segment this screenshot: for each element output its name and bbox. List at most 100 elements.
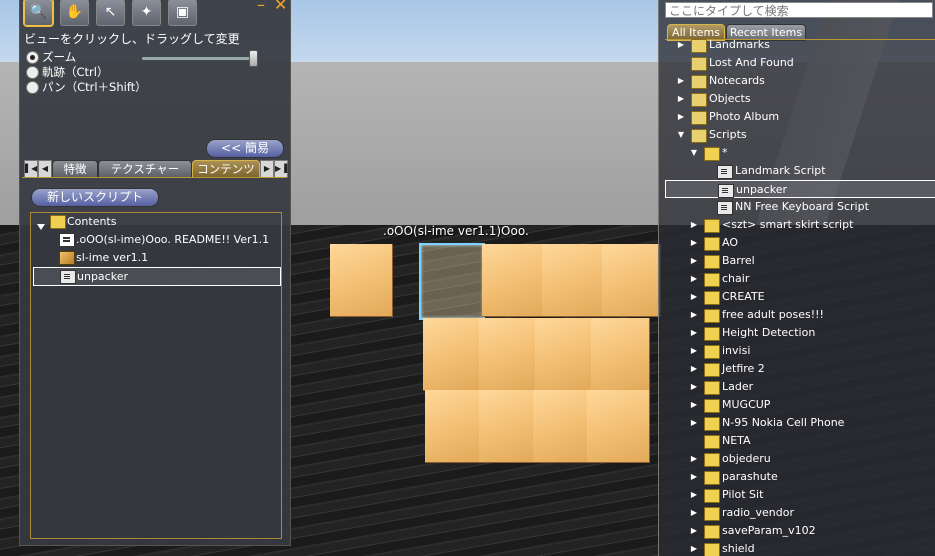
inventory-item[interactable]: ▼ Scripts (665, 126, 935, 144)
contents-item[interactable]: unpacker (33, 267, 281, 286)
collapsed-arrow-icon[interactable]: ▶ (689, 504, 699, 522)
box-prim[interactable] (423, 318, 480, 391)
inventory-item-label: Barrel (722, 254, 755, 267)
tab-features[interactable]: 特徴 (52, 160, 98, 178)
collapsed-arrow-icon[interactable]: ▶ (689, 324, 699, 342)
contents-item[interactable]: sl-ime ver1.1 (33, 249, 279, 266)
inventory-item[interactable]: NETA (665, 432, 935, 450)
tab-texture[interactable]: テクスチャー (98, 160, 192, 178)
box-prim[interactable] (479, 318, 536, 391)
inventory-item[interactable]: NN Free Keyboard Script (665, 198, 935, 216)
collapsed-arrow-icon[interactable]: ▶ (676, 90, 686, 108)
inventory-item[interactable]: ▶ Jetfire 2 (665, 360, 935, 378)
box-prim[interactable] (591, 318, 650, 391)
inventory-item[interactable]: ▶ saveParam_v102 (665, 522, 935, 540)
radio-mode-label[interactable]: ズーム (42, 49, 76, 65)
expanded-arrow-icon[interactable]: ▼ (676, 126, 686, 144)
tab-scroll-first-icon[interactable]: ▌◀ (24, 160, 38, 178)
select-tool-button[interactable]: ↖ (96, 0, 125, 26)
collapsed-arrow-icon[interactable]: ▶ (689, 360, 699, 378)
inventory-item[interactable]: unpacker (665, 180, 935, 198)
collapsed-arrow-icon[interactable]: ▶ (689, 450, 699, 468)
box-prim[interactable] (535, 318, 592, 391)
inventory-item[interactable]: ▶ chair (665, 270, 935, 288)
contents-root-folder[interactable]: Contents (33, 213, 279, 230)
simple-mode-button[interactable]: << 簡易 (206, 139, 284, 158)
radio-mode-label[interactable]: 軌跡（Ctrl） (42, 64, 108, 80)
inventory-item[interactable]: ▶ free adult poses!!! (665, 306, 935, 324)
collapsed-arrow-icon[interactable]: ▶ (689, 342, 699, 360)
radio-mode-0[interactable] (26, 51, 39, 64)
create-tool-button[interactable]: ✦ (132, 0, 161, 26)
collapsed-arrow-icon[interactable]: ▶ (676, 108, 686, 126)
inventory-item[interactable]: Lost And Found (665, 54, 935, 72)
new-script-button[interactable]: 新しいスクリプト (31, 188, 159, 207)
radio-mode-label[interactable]: パン（Ctrl＋Shift） (42, 79, 147, 95)
radio-mode-2[interactable] (26, 81, 39, 94)
contents-item[interactable]: .oOO(sl-ime)Ooo. README!! Ver1.1 (33, 231, 279, 248)
inventory-item[interactable]: Landmark Script (665, 162, 935, 180)
collapsed-arrow-icon[interactable]: ▶ (689, 540, 699, 556)
inventory-item[interactable]: ▶ N-95 Nokia Cell Phone (665, 414, 935, 432)
inventory-item[interactable]: ▶ invisi (665, 342, 935, 360)
inventory-item[interactable]: ▶ Height Detection (665, 324, 935, 342)
collapsed-arrow-icon[interactable]: ▶ (689, 414, 699, 432)
collapsed-arrow-icon[interactable]: ▶ (689, 216, 699, 234)
inventory-item[interactable]: ▶ Notecards (665, 72, 935, 90)
land-tool-button[interactable]: ▣ (168, 0, 197, 26)
inventory-item[interactable]: ▶ Photo Album (665, 108, 935, 126)
collapsed-arrow-icon[interactable]: ▶ (676, 72, 686, 90)
box-prim[interactable] (533, 390, 588, 463)
tab-scroll-left-icon[interactable]: ◀ (38, 160, 52, 178)
expanded-arrow-icon[interactable]: ▼ (689, 144, 699, 162)
inventory-item[interactable]: ▶ Landmarks (665, 36, 935, 54)
inventory-search-input[interactable]: ここにタイプして検索 (665, 2, 933, 18)
zoom-slider-handle[interactable] (249, 50, 258, 67)
collapsed-arrow-icon[interactable]: ▶ (689, 522, 699, 540)
box-prim[interactable] (425, 390, 480, 463)
collapsed-arrow-icon[interactable]: ▶ (689, 396, 699, 414)
collapsed-arrow-icon[interactable]: ▶ (689, 270, 699, 288)
inventory-item[interactable]: ▶ Lader (665, 378, 935, 396)
inventory-item[interactable]: ▶ MUGCUP (665, 396, 935, 414)
tab-contents[interactable]: コンテンツ (192, 160, 260, 178)
box-prim[interactable] (602, 244, 661, 317)
inventory-item[interactable]: ▶ CREATE (665, 288, 935, 306)
tab-scroll-last-icon[interactable]: ▶▐ (274, 160, 288, 178)
collapsed-arrow-icon[interactable]: ▶ (689, 288, 699, 306)
box-prim[interactable] (482, 244, 543, 317)
inventory-item[interactable]: ▶ <szt> smart skirt script (665, 216, 935, 234)
inventory-item-label: <szt> smart skirt script (722, 218, 854, 231)
folder-icon (704, 435, 720, 449)
zoom-tool-button[interactable]: 🔍 (24, 0, 53, 26)
box-prim[interactable] (479, 390, 534, 463)
inventory-item[interactable]: ▶ parashute (665, 468, 935, 486)
collapsed-arrow-icon[interactable]: ▶ (689, 306, 699, 324)
collapsed-arrow-icon[interactable]: ▶ (689, 252, 699, 270)
radio-mode-1[interactable] (26, 66, 39, 79)
selected-box-prim[interactable] (419, 243, 485, 320)
box-prim[interactable] (587, 390, 650, 463)
minimize-button[interactable]: – (257, 0, 265, 14)
folder-icon (704, 507, 720, 521)
collapsed-arrow-icon[interactable]: ▶ (689, 486, 699, 504)
inventory-item[interactable]: ▶ shield (665, 540, 935, 556)
close-button[interactable]: ✕ (274, 0, 287, 14)
inventory-item[interactable]: ▶ Objects (665, 90, 935, 108)
collapsed-arrow-icon[interactable]: ▶ (676, 36, 686, 54)
box-prim[interactable] (542, 244, 603, 317)
collapsed-arrow-icon[interactable]: ▶ (689, 234, 699, 252)
inventory-item[interactable]: ▶ radio_vendor (665, 504, 935, 522)
inventory-item[interactable]: ▶ Barrel (665, 252, 935, 270)
box-prim[interactable] (330, 244, 393, 317)
zoom-slider-track[interactable] (142, 57, 256, 60)
inventory-item-label: Scripts (709, 128, 747, 141)
tab-scroll-right-icon[interactable]: ▶ (260, 160, 274, 178)
inventory-item[interactable]: ▶ Pilot Sit (665, 486, 935, 504)
inventory-item[interactable]: ▶ AO (665, 234, 935, 252)
grab-tool-button[interactable]: ✋ (60, 0, 89, 26)
collapsed-arrow-icon[interactable]: ▶ (689, 378, 699, 396)
collapsed-arrow-icon[interactable]: ▶ (689, 468, 699, 486)
inventory-item[interactable]: ▶ objederu (665, 450, 935, 468)
inventory-item[interactable]: ▼ * (665, 144, 935, 162)
